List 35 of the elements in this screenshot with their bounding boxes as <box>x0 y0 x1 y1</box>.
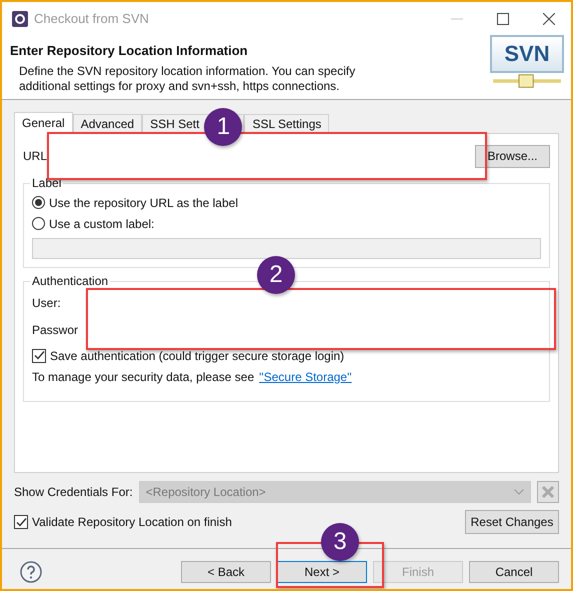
group-title: Authentication <box>31 274 110 288</box>
svn-logo: SVN <box>489 35 565 89</box>
radio-label: Use the repository URL as the label <box>49 196 238 210</box>
wizard-button[interactable]: Next > <box>277 561 367 583</box>
custom-label-field[interactable] <box>32 238 541 259</box>
window-title: Checkout from SVN <box>34 11 149 26</box>
radio-label: Use a custom label: <box>49 216 154 230</box>
group-title: Label <box>31 176 62 190</box>
security-note: To manage your security data, please see <box>32 370 254 384</box>
credentials-label: Show Credentials For: <box>14 485 133 499</box>
checkbox-label: Save authentication (could trigger secure storage login) <box>50 348 344 362</box>
checkbox[interactable] <box>32 348 46 362</box>
secure-storage-link[interactable]: ''Secure Storage'' <box>259 370 352 384</box>
checkbox[interactable] <box>14 515 28 529</box>
chevron-icon <box>514 489 524 495</box>
radio-button[interactable] <box>32 196 45 209</box>
password-label: Passwor <box>32 322 80 339</box>
x-icon <box>542 486 554 498</box>
tab[interactable]: SSL Settings <box>244 114 330 133</box>
maximize-icon[interactable] <box>497 12 509 24</box>
help-icon[interactable] <box>20 561 42 583</box>
close-icon[interactable] <box>543 12 555 24</box>
tab[interactable]: General <box>14 112 73 134</box>
wizard-button[interactable]: Cancel <box>469 561 559 583</box>
step-number: 3 <box>321 523 359 561</box>
checkbox-label: Validate Repository Location on finish <box>32 515 232 529</box>
user-label: User: <box>32 295 62 312</box>
radio-button[interactable] <box>32 217 45 230</box>
page-title: Enter Repository Location Information <box>10 43 249 58</box>
url-label: URL <box>23 149 48 163</box>
browse-button[interactable]: Browse... <box>475 144 550 168</box>
tab[interactable]: Advanced <box>72 114 142 133</box>
wizard-button[interactable]: < Back <box>181 561 271 583</box>
page-description: Define the SVN repository location information. You can specify additional settings for proxy and svn+ssh, https connections. <box>19 64 356 94</box>
reset-changes-button[interactable]: Reset Changes <box>465 510 559 534</box>
